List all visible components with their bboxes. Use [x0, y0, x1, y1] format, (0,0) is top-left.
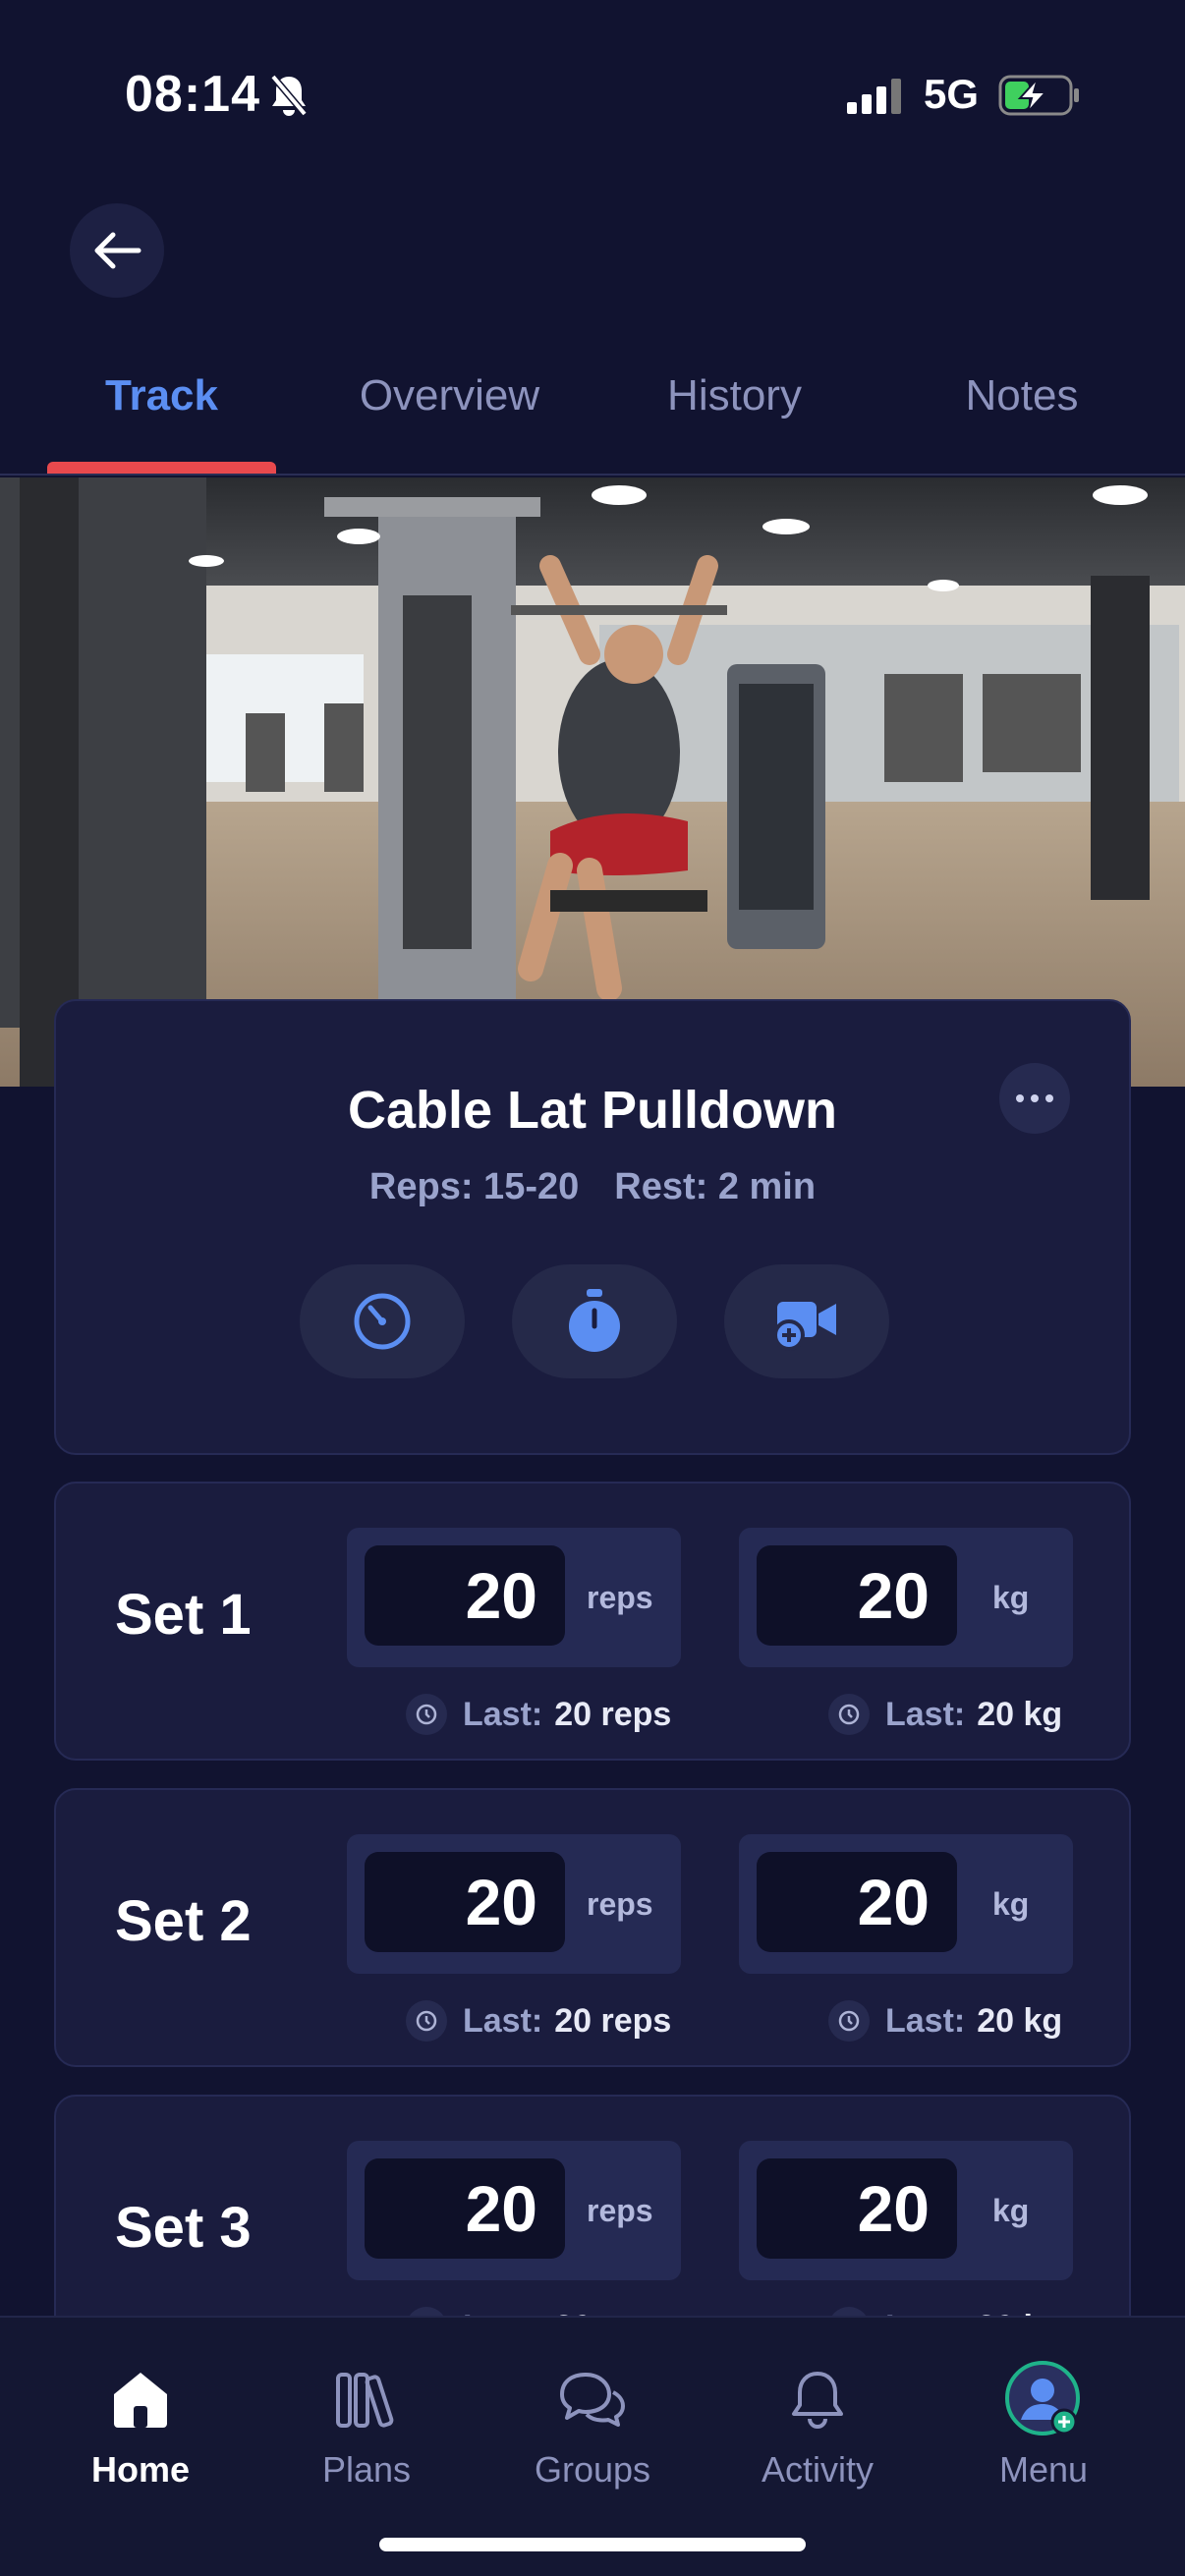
nav-label: Plans [321, 2449, 412, 2490]
last-weight-value: 20 kg [977, 1695, 1063, 1733]
last-reps-value: 20 reps [554, 2001, 672, 2040]
last-weight: Last: 20 kg [828, 1998, 1062, 2044]
reps-range: Reps: 15-20 [368, 1166, 580, 1207]
last-label: Last: [885, 2001, 966, 2040]
tabs-divider [0, 474, 1185, 476]
set-label: Set 3 [115, 2196, 252, 2260]
silent-bell-icon [270, 74, 308, 117]
stopwatch-button[interactable] [512, 1264, 677, 1378]
weight-unit: kg [992, 2193, 1030, 2228]
exercise-card: Cable Lat Pulldown Reps: 15-20 Rest: 2 mi… [54, 999, 1131, 1455]
reps-field[interactable]: 20 reps [347, 2141, 681, 2280]
nav-item-groups[interactable]: Groups [494, 2361, 691, 2491]
tab-notes[interactable]: Notes [919, 371, 1125, 420]
reps-field[interactable]: 20 reps [347, 1834, 681, 1974]
weight-unit: kg [992, 1886, 1030, 1922]
nav-item-plans[interactable]: Plans [268, 2361, 465, 2491]
home-icon [114, 2373, 167, 2428]
reps-unit: reps [587, 1886, 653, 1922]
weight-input[interactable]: 20 [757, 1545, 957, 1646]
last-label: Last: [463, 1695, 543, 1733]
reps-unit: reps [587, 1580, 653, 1615]
weight-field[interactable]: 20 kg [739, 2141, 1073, 2280]
weight-field[interactable]: 20 kg [739, 1834, 1073, 1974]
speedometer-icon [354, 1293, 411, 1350]
more-options-button[interactable] [999, 1063, 1070, 1134]
last-label: Last: [885, 1695, 966, 1733]
set-card: Set 1 20 reps 20 kg Last: 20 reps Last: … [54, 1482, 1131, 1761]
weight-input[interactable]: 20 [757, 2158, 957, 2259]
nav-label: Activity [761, 2449, 874, 2490]
set-label: Set 2 [115, 1889, 252, 1953]
bell-icon [792, 2372, 843, 2429]
reps-field[interactable]: 20 reps [347, 1528, 681, 1667]
tab-track[interactable]: Track [47, 371, 276, 420]
nav-label: Home [90, 2449, 191, 2490]
exercise-meta: Reps: 15-20 Rest: 2 min [56, 1166, 1129, 1208]
set-label: Set 1 [115, 1583, 252, 1647]
cellular-signal-icon [847, 79, 901, 114]
tab-history[interactable]: History [629, 371, 840, 420]
history-icon [406, 2000, 447, 2042]
nav-label: Menu [998, 2449, 1089, 2490]
home-indicator[interactable] [379, 2538, 806, 2551]
status-time: 08:14 [125, 66, 260, 123]
nav-item-home[interactable]: Home [42, 2361, 239, 2491]
set-card: Set 2 20 reps 20 kg Last: 20 reps Last: … [54, 1788, 1131, 2067]
nav-item-menu[interactable]: Menu [945, 2361, 1142, 2491]
active-tab-indicator [47, 462, 276, 474]
nav-item-activity[interactable]: Activity [719, 2361, 916, 2491]
pace-timer-button[interactable] [300, 1264, 465, 1378]
weight-field[interactable]: 20 kg [739, 1528, 1073, 1667]
reps-input[interactable]: 20 [365, 2158, 565, 2259]
reps-input[interactable]: 20 [365, 1852, 565, 1952]
gym-scene-image [0, 477, 1185, 1087]
history-icon [406, 1694, 447, 1735]
avatar-icon [1005, 2361, 1080, 2436]
reps-unit: reps [587, 2193, 653, 2228]
history-icon [828, 2000, 870, 2042]
nav-label: Groups [534, 2449, 651, 2490]
groups-icon [560, 2373, 625, 2427]
network-label: 5G [924, 71, 980, 117]
exercise-title: Cable Lat Pulldown [347, 1081, 838, 1140]
status-bar: 08:14 5G [0, 0, 1185, 196]
last-label: Last: [463, 2001, 543, 2040]
arrow-left-icon [94, 232, 141, 269]
battery-charging-icon [998, 75, 1079, 116]
stopwatch-icon [569, 1289, 620, 1352]
exercise-video[interactable] [0, 477, 1185, 1087]
add-video-button[interactable] [724, 1264, 889, 1378]
plans-icon [336, 2373, 394, 2428]
video-add-icon [773, 1302, 836, 1351]
weight-unit: kg [992, 1580, 1030, 1615]
rest-time: Rest: 2 min [614, 1166, 817, 1207]
last-reps: Last: 20 reps [406, 1692, 671, 1737]
back-button[interactable] [70, 203, 164, 298]
more-horizontal-icon [1016, 1094, 1053, 1102]
tab-overview[interactable]: Overview [324, 371, 575, 420]
last-reps-value: 20 reps [554, 1695, 672, 1733]
last-weight: Last: 20 kg [828, 1692, 1062, 1737]
last-reps: Last: 20 reps [406, 1998, 671, 2044]
tab-bar: Track Overview History Notes [0, 354, 1185, 477]
last-weight-value: 20 kg [977, 2001, 1063, 2040]
weight-input[interactable]: 20 [757, 1852, 957, 1952]
history-icon [828, 1694, 870, 1735]
reps-input[interactable]: 20 [365, 1545, 565, 1646]
